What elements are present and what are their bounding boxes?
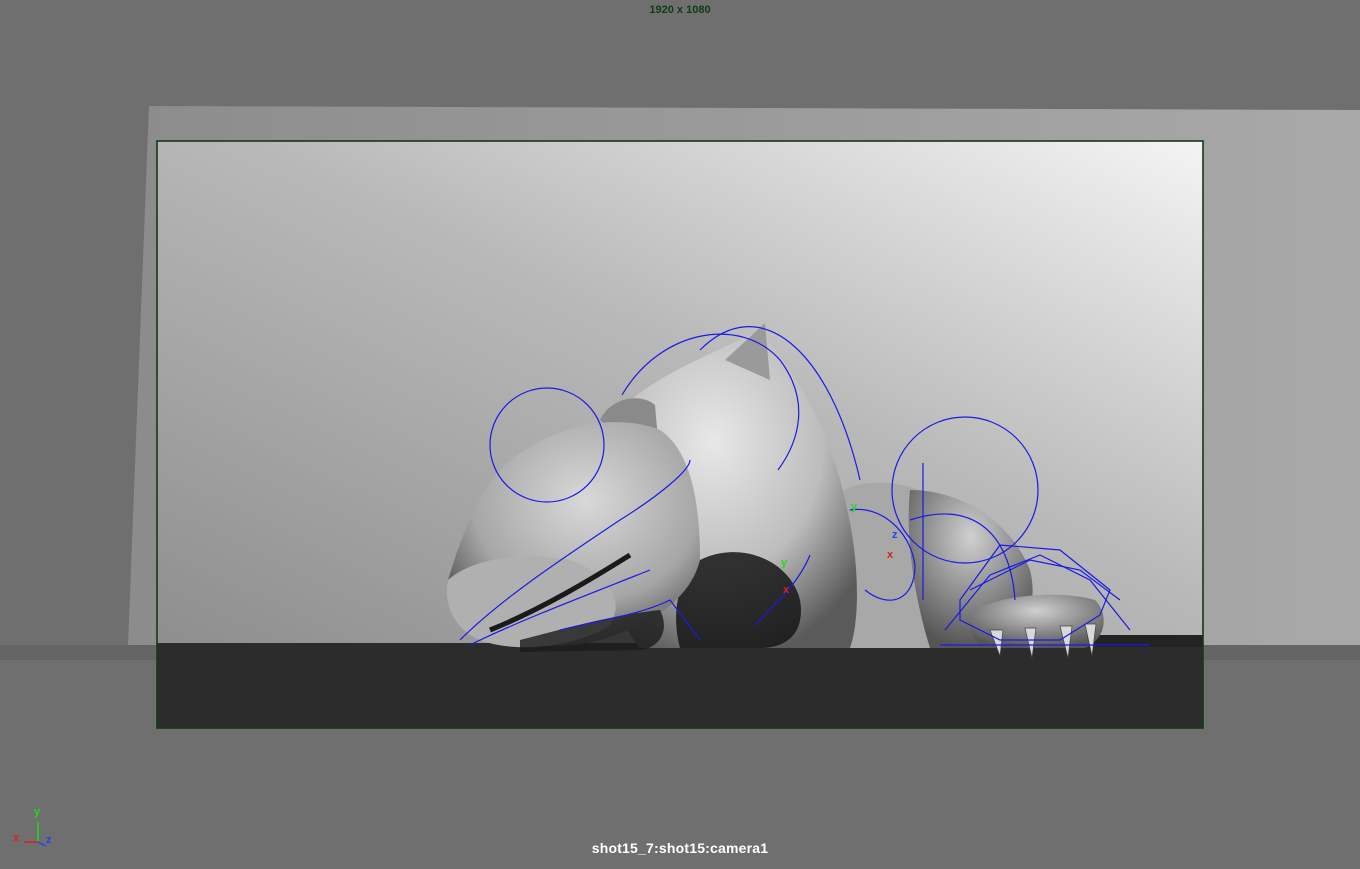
ground-plane [157,643,1203,728]
axis-y-label: y [34,806,41,818]
manipulator-1-y-label[interactable]: y [781,557,787,569]
manipulator-2-z-label[interactable]: z [892,529,898,541]
resolution-label: 1920 x 1080 [649,4,711,16]
manipulator-2-x-label[interactable]: x [887,549,893,561]
manipulator-2-y-label[interactable]: y [851,501,857,513]
maya-viewport[interactable]: 1920 x 1080 y x y x z y x z shot15_7:sho… [0,0,1360,869]
manipulator-1-x-label[interactable]: x [783,584,789,596]
camera-name-label: shot15_7:shot15:camera1 [591,840,769,856]
scene-canvas[interactable] [0,0,1360,869]
